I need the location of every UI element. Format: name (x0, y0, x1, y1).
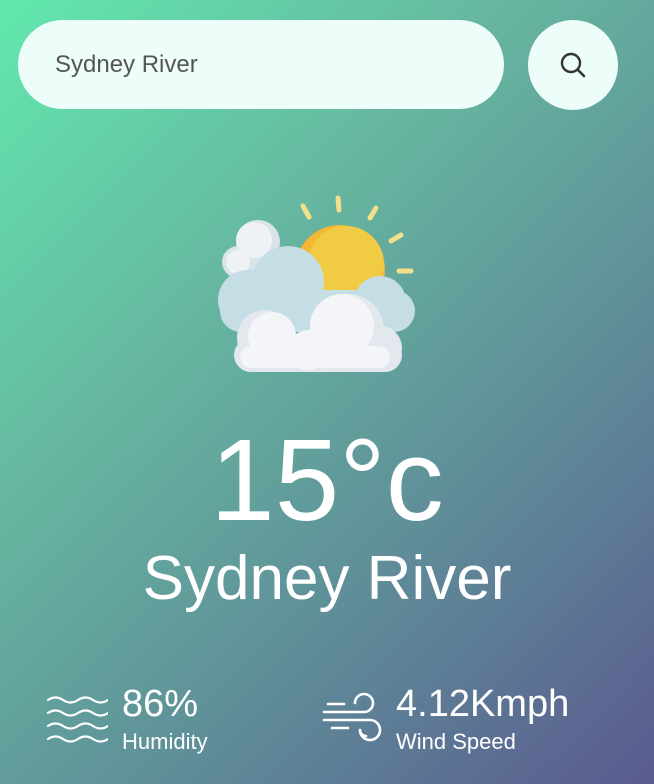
partly-cloudy-icon (218, 195, 415, 372)
search-input[interactable] (18, 20, 504, 109)
humidity-value: 86% (122, 683, 199, 725)
wind-label: Wind Speed (396, 728, 516, 754)
wind-icon (322, 692, 382, 742)
wind-detail: 4.12Kmph Wind Speed (320, 683, 570, 755)
humidity-detail: 86% Humidity (46, 683, 208, 755)
humidity-waves-icon (46, 696, 108, 743)
temperature: 15°c (210, 415, 444, 545)
search-icon (560, 52, 586, 78)
wind-value: 4.12Kmph (396, 683, 570, 725)
humidity-label: Humidity (122, 728, 208, 754)
city-name: Sydney River (142, 544, 512, 613)
search-button[interactable] (528, 20, 618, 110)
search-bar (18, 20, 504, 109)
